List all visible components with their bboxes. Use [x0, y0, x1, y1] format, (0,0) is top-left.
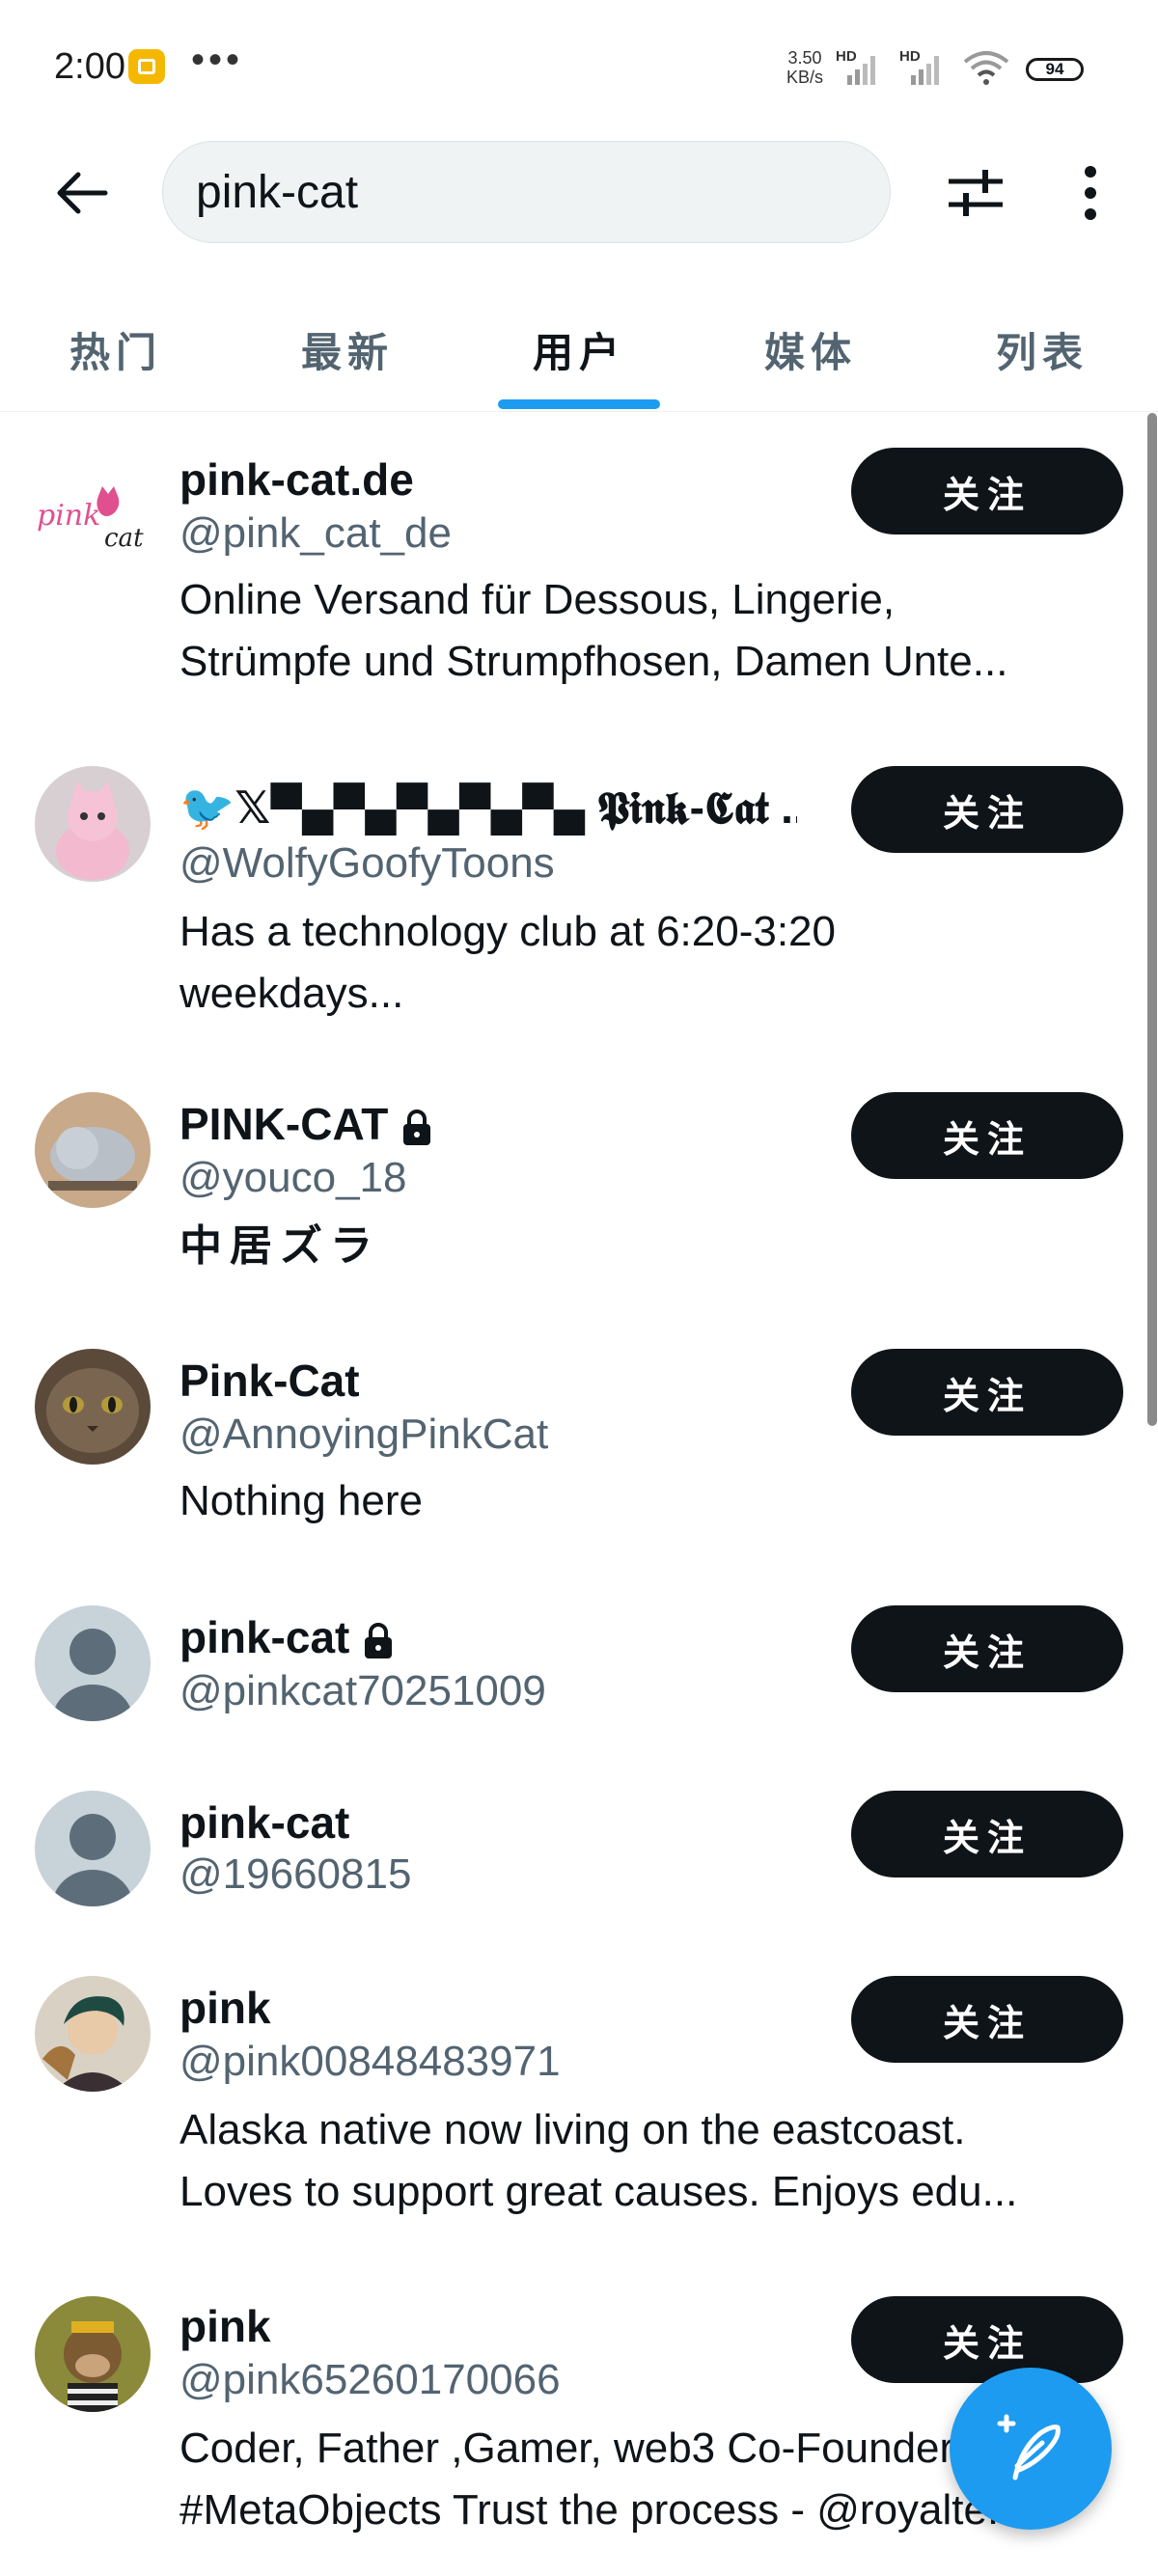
lock-icon — [365, 1622, 393, 1658]
tab-lists[interactable]: 列表 — [926, 289, 1158, 409]
anime-character-avatar — [35, 1976, 151, 2092]
more-options-button[interactable] — [1062, 154, 1119, 232]
user-display-name: Pink-Cat — [179, 1356, 360, 1406]
status-bar: 2:00 ••• 3.50 KB/s HD HD 94 — [0, 0, 1158, 135]
follow-button[interactable]: 关注 — [851, 1976, 1123, 2063]
user-bio: Alaska native now living on the eastcoas… — [179, 2099, 1125, 2223]
user-bio: 中居ズラ — [179, 1216, 1125, 1277]
follow-button[interactable]: 关注 — [851, 1092, 1123, 1179]
user-display-name: pink — [179, 2301, 271, 2351]
follow-button[interactable]: 关注 — [851, 2296, 1123, 2383]
sliders-icon — [949, 170, 1003, 216]
user-bio-line: Loves to support great causes. Enjoys ed… — [179, 2168, 1018, 2215]
user-bio-line: Has a technology club at 6:20-3:20 — [179, 908, 837, 955]
default-profile-icon — [35, 1791, 151, 1906]
battery-indicator: 94 — [1026, 58, 1084, 81]
user-avatar — [35, 1092, 151, 1208]
user-avatar — [35, 2296, 151, 2412]
arrow-left-icon — [57, 172, 108, 214]
user-avatar — [35, 1349, 151, 1465]
follow-button[interactable]: 关注 — [851, 1791, 1123, 1877]
user-avatar — [35, 1791, 151, 1906]
user-bio-line: weekdays... — [179, 970, 404, 1017]
user-avatar — [35, 1605, 151, 1721]
status-more-dots: ••• — [191, 39, 244, 81]
back-button[interactable] — [39, 154, 125, 232]
status-time: 2:00 — [54, 46, 125, 87]
tabby-cat-avatar — [35, 1349, 151, 1465]
user-bio-line: 中居ズラ — [179, 1221, 380, 1271]
user-handle: @pinkcat70251009 — [179, 1667, 546, 1714]
pink-kitten-avatar — [35, 766, 151, 882]
user-bio-line: Alaska native now living on the eastcoas… — [179, 2106, 966, 2153]
follow-button[interactable]: 关注 — [851, 1605, 1123, 1692]
lock-icon — [403, 1109, 431, 1145]
follow-button[interactable]: 关注 — [851, 766, 1123, 853]
sleeping-cat-avatar — [35, 1092, 151, 1208]
network-speed-unit: KB/s — [786, 68, 824, 87]
default-profile-icon — [35, 1605, 151, 1721]
cell-signal-icon-1 — [847, 56, 875, 85]
compose-tweet-button[interactable] — [950, 2368, 1112, 2530]
user-result-row[interactable]: pink @pink00848483971 Alaska native now … — [0, 1962, 1158, 2271]
user-display-name-text: PINK-CAT — [179, 1099, 389, 1149]
user-handle: @pink_cat_de — [179, 509, 452, 557]
notification-app-icon — [128, 49, 165, 84]
user-handle: @19660815 — [179, 1850, 412, 1898]
user-display-name: 🐦𝕏▀▄▀▄▀▄▀▄▀▄ 𝕻𝖎𝖓𝖐-𝕮𝖆𝖙 ... — [179, 782, 797, 833]
user-display-name: pink — [179, 1983, 271, 2033]
user-bio: Has a technology club at 6:20-3:20 weekd… — [179, 901, 1125, 1025]
active-tab-indicator — [498, 399, 660, 409]
tab-people[interactable]: 用户 — [463, 289, 695, 409]
user-handle: @pink65260170066 — [179, 2356, 561, 2403]
tab-media[interactable]: 媒体 — [695, 289, 926, 409]
search-tabs: 热门 最新 用户 媒体 列表 — [0, 289, 1158, 412]
user-handle: @WolfyGoofyToons — [179, 839, 555, 887]
svg-text:pink: pink — [37, 499, 100, 533]
network-speed: 3.50 KB/s — [786, 48, 823, 87]
user-avatar: pink cat — [35, 452, 151, 567]
user-display-name-text: pink-cat — [179, 1612, 350, 1662]
user-handle: @youco_18 — [179, 1154, 407, 1201]
user-display-name: pink-cat — [179, 1797, 350, 1848]
user-handle: @AnnoyingPinkCat — [179, 1411, 549, 1458]
more-vertical-icon — [1085, 166, 1096, 220]
svg-text:cat: cat — [104, 524, 144, 553]
user-result-row[interactable]: pink-cat @19660815 关注 — [0, 1777, 1158, 1951]
user-result-row[interactable]: pink-cat @pinkcat70251009 关注 — [0, 1592, 1158, 1766]
search-filter-button[interactable] — [932, 154, 1019, 232]
follow-button[interactable]: 关注 — [851, 448, 1123, 534]
user-bio-line: Online Versand für Dessous, Lingerie, — [179, 576, 896, 623]
user-result-row[interactable]: pink cat pink-cat.de @pink_cat_de Online… — [0, 425, 1158, 733]
pink-cat-logo: pink cat — [37, 486, 144, 553]
follow-button[interactable]: 关注 — [851, 1349, 1123, 1436]
search-box[interactable] — [162, 141, 891, 243]
user-bio-line: Strümpfe und Strumpfhosen, Damen Unte... — [179, 638, 1008, 685]
user-bio: Online Versand für Dessous, Lingerie, St… — [179, 569, 1125, 693]
wifi-icon — [963, 51, 1009, 85]
cell-signal-icon-2 — [911, 56, 939, 85]
ape-nft-avatar — [35, 2296, 151, 2412]
user-handle: @pink00848483971 — [179, 2038, 561, 2085]
search-input[interactable] — [196, 142, 852, 242]
tab-latest[interactable]: 最新 — [232, 289, 463, 409]
user-display-name: pink-cat.de — [179, 454, 414, 505]
user-bio-line: Nothing here — [179, 1477, 423, 1524]
tab-top[interactable]: 热门 — [0, 289, 232, 409]
user-result-row[interactable]: PINK-CAT @youco_18 中居ズラ 关注 — [0, 1071, 1158, 1322]
user-bio: Nothing here — [179, 1470, 1125, 1532]
network-speed-value: 3.50 — [787, 48, 822, 68]
compose-feather-icon — [997, 2414, 1061, 2480]
user-result-row[interactable]: Pink-Cat @AnnoyingPinkCat Nothing here 关… — [0, 1331, 1158, 1582]
user-avatar — [35, 766, 151, 882]
user-avatar — [35, 1976, 151, 2092]
user-display-name: PINK-CAT — [179, 1098, 432, 1150]
user-display-name: pink-cat — [179, 1611, 394, 1663]
user-result-row[interactable]: 🐦𝕏▀▄▀▄▀▄▀▄▀▄ 𝕻𝖎𝖓𝖐-𝕮𝖆𝖙 ... @WolfyGoofyToo… — [0, 743, 1158, 1061]
